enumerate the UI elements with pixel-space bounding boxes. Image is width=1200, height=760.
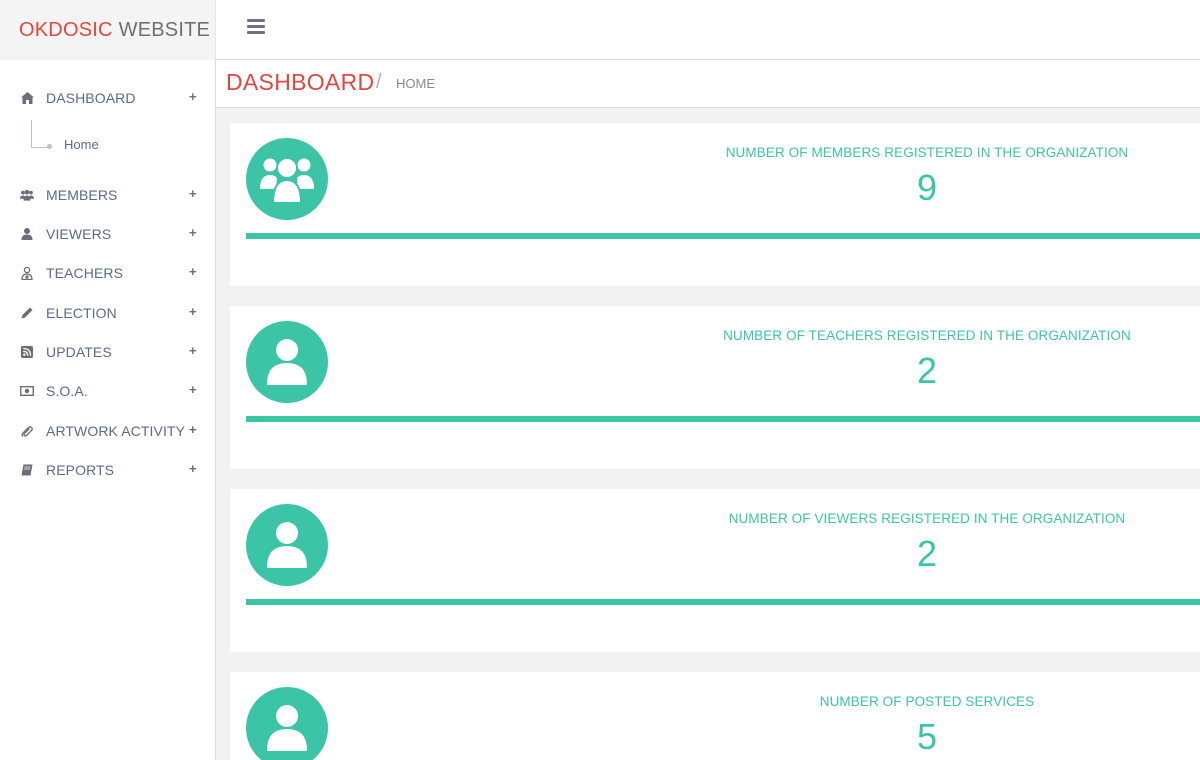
- sidebar-item-label: ELECTION: [46, 305, 117, 321]
- sidebar-item-label: ARTWORK ACTIVITY: [46, 423, 186, 439]
- sidebar-item-artwork-activity[interactable]: ARTWORK ACTIVITY +: [0, 419, 216, 443]
- user-icon: [246, 321, 328, 403]
- breadcrumb-home[interactable]: HOME: [396, 76, 435, 91]
- sidebar-item-label: MEMBERS: [46, 187, 118, 203]
- sidebar: DASHBOARD + Home MEMBERS + VIEWERS + TEA…: [0, 60, 216, 760]
- stat-label: NUMBER OF VIEWERS REGISTERED IN THE ORGA…: [728, 511, 1126, 526]
- sidebar-item-label: UPDATES: [46, 344, 112, 360]
- users-icon: [20, 188, 34, 202]
- teacher-icon: [20, 266, 34, 280]
- expand-plus-icon[interactable]: +: [189, 264, 197, 279]
- expand-plus-icon[interactable]: +: [189, 186, 197, 201]
- stat-card-teachers: NUMBER OF TEACHERS REGISTERED IN THE ORG…: [230, 306, 1200, 469]
- stat-card-viewers: NUMBER OF VIEWERS REGISTERED IN THE ORGA…: [230, 489, 1200, 652]
- sidebar-item-viewers[interactable]: VIEWERS +: [0, 222, 216, 246]
- brand-name-part1: OKDOSIC: [19, 18, 113, 41]
- stat-card-members: NUMBER OF MEMBERS REGISTERED IN THE ORGA…: [230, 123, 1200, 286]
- brand-logo[interactable]: OKDOSIC WEBSITE: [0, 0, 216, 60]
- expand-plus-icon[interactable]: +: [189, 382, 197, 397]
- money-icon: [20, 384, 34, 398]
- user-icon: [246, 504, 328, 586]
- user-icon: [246, 687, 328, 760]
- rss-icon: [20, 345, 34, 359]
- stat-value: 2: [916, 533, 938, 574]
- sidebar-item-dashboard[interactable]: DASHBOARD +: [0, 86, 216, 110]
- sidebar-item-soa[interactable]: S.O.A. +: [0, 379, 216, 403]
- expand-plus-icon[interactable]: +: [189, 304, 197, 319]
- sidebar-item-label: VIEWERS: [46, 226, 112, 242]
- book-icon: [20, 463, 34, 477]
- tree-connector: [31, 120, 49, 148]
- expand-plus-icon[interactable]: +: [189, 225, 197, 240]
- stat-label: NUMBER OF POSTED SERVICES: [819, 694, 1035, 709]
- tree-dot: [47, 144, 52, 149]
- sidebar-item-label: TEACHERS: [46, 265, 124, 281]
- sidebar-item-election[interactable]: ELECTION +: [0, 301, 216, 325]
- stat-value: 2: [916, 350, 938, 391]
- expand-plus-icon[interactable]: +: [189, 343, 197, 358]
- page-title: DASHBOARD: [226, 69, 375, 95]
- stat-progress-bar: [246, 599, 1200, 605]
- stat-label: NUMBER OF TEACHERS REGISTERED IN THE ORG…: [723, 328, 1131, 343]
- users-icon: [246, 138, 328, 220]
- stat-progress-bar: [246, 416, 1200, 422]
- pencil-icon: [20, 306, 34, 320]
- sidebar-item-label: DASHBOARD: [46, 90, 136, 106]
- sidebar-item-label: REPORTS: [46, 462, 115, 478]
- stat-card-posted-services: NUMBER OF POSTED SERVICES 5: [230, 672, 1200, 760]
- stat-progress-bar: [246, 233, 1200, 239]
- expand-plus-icon[interactable]: +: [189, 461, 197, 476]
- brand-name-part2: WEBSITE: [118, 18, 211, 41]
- sidebar-item-updates[interactable]: UPDATES +: [0, 340, 216, 364]
- sidebar-item-members[interactable]: MEMBERS +: [0, 183, 216, 207]
- breadcrumb-separator: /: [376, 71, 382, 93]
- sidebar-item-label: S.O.A.: [46, 383, 88, 399]
- paperclip-icon: [20, 424, 34, 438]
- top-bar: OKDOSIC WEBSITE: [0, 0, 1200, 60]
- stat-value: 9: [916, 167, 938, 208]
- page-header: DASHBOARD / HOME: [216, 60, 1200, 108]
- stat-value: 5: [916, 716, 938, 757]
- user-icon: [20, 227, 34, 241]
- sidebar-subitem-home[interactable]: Home: [64, 137, 99, 152]
- home-icon: [20, 91, 34, 105]
- hamburger-menu-icon[interactable]: [247, 19, 267, 39]
- sidebar-item-reports[interactable]: REPORTS +: [0, 458, 216, 482]
- expand-plus-icon[interactable]: +: [189, 422, 197, 437]
- stat-label: NUMBER OF MEMBERS REGISTERED IN THE ORGA…: [725, 145, 1129, 160]
- expand-plus-icon[interactable]: +: [189, 89, 197, 104]
- sidebar-item-teachers[interactable]: TEACHERS +: [0, 261, 216, 285]
